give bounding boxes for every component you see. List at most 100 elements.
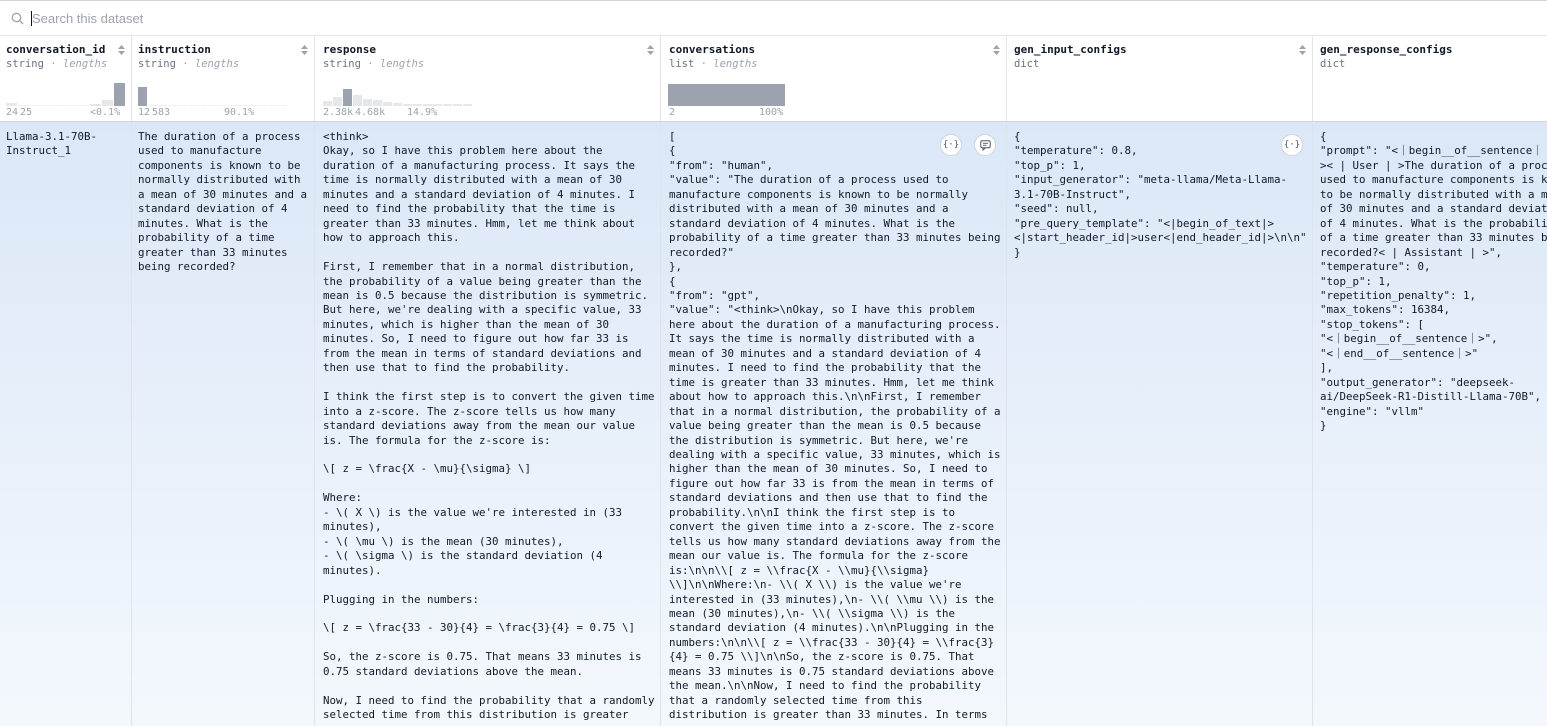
histogram-bar[interactable] [668,84,785,106]
histogram-bar[interactable] [268,105,277,106]
cell-instruction[interactable]: The duration of a process used to manufa… [132,122,315,726]
histogram-bar[interactable] [353,95,362,106]
histogram-bar[interactable] [218,105,227,106]
range-mid: 25 [20,107,33,118]
cell-gen-input-configs[interactable]: { "temperature": 0.8, "top_p": 1, "input… [1007,122,1313,726]
histogram-bar[interactable] [333,97,342,106]
histogram-bar[interactable] [188,105,197,106]
histogram-bar[interactable] [138,87,147,106]
histogram-bar[interactable] [433,104,442,106]
histogram-bar[interactable] [54,105,65,106]
column-name: gen_input_configs [1014,43,1127,56]
type-label: dict [1320,58,1346,70]
column-header-gen-response-configs[interactable]: gen_response_configs dict [1313,36,1547,122]
histogram-bar[interactable] [6,103,17,106]
cell-text: { "prompt": "<｜begin__of__sentence｜ >< |… [1320,130,1547,433]
column-type: dict [1320,58,1345,70]
column-header-instruction[interactable]: instruction string · lengths 12 583 90.1… [132,36,315,122]
sort-icon[interactable] [992,43,1001,57]
histogram-bar[interactable] [168,105,177,106]
histogram-bar[interactable] [102,100,113,106]
histogram-bar[interactable] [423,104,432,106]
histogram-instruction[interactable] [138,80,298,106]
histogram-bar[interactable] [228,105,237,106]
histogram-bar[interactable] [453,104,462,106]
histogram-bar[interactable] [238,105,247,106]
histogram-bar[interactable] [278,105,287,106]
range-mid: 583 [152,107,171,118]
column-header-conversation-id[interactable]: conversation_id string · lengths 24 25 <… [0,36,132,122]
histogram-bar[interactable] [208,105,217,106]
histogram-bar[interactable] [323,101,332,106]
cell-gen-response-configs[interactable]: { "prompt": "<｜begin__of__sentence｜ >< |… [1313,122,1547,726]
histogram-bar[interactable] [373,100,382,106]
histogram-conversation-id[interactable] [6,80,125,106]
search-input[interactable] [32,8,632,28]
json-view-button[interactable]: {·} [1281,134,1303,156]
column-header-gen-input-configs[interactable]: gen_input_configs dict [1007,36,1313,122]
histogram-bar[interactable] [42,105,53,106]
sort-icon[interactable] [646,43,655,57]
stat-label: lengths [713,58,758,70]
histogram-bar[interactable] [403,104,412,106]
histogram-bar[interactable] [114,83,125,106]
histogram-bar[interactable] [413,104,422,106]
stat-label: lengths [62,58,108,70]
histogram-response[interactable] [323,80,483,106]
cell-text: <think> Okay, so I have this problem her… [323,130,655,722]
cell-conversations[interactable]: [ { "from": "human", "value": "The durat… [661,122,1007,726]
cell-response[interactable]: <think> Okay, so I have this problem her… [315,122,661,726]
histogram-bar[interactable] [363,99,372,106]
histogram-bar[interactable] [198,105,207,106]
sort-icon[interactable] [117,43,126,57]
stat-label: lengths [379,58,425,70]
range-max: 14.9% [407,107,438,118]
column-name: conversation_id [6,43,106,56]
column-name: instruction [138,43,211,56]
braces-icon: {·} [942,140,960,150]
type-label: list [669,58,695,70]
top-divider [0,0,1547,1]
sort-icon[interactable] [1298,43,1307,57]
type-label: string [6,58,44,70]
column-name: gen_response_configs [1320,43,1453,56]
table-header: conversation_id string · lengths 24 25 <… [0,36,1547,122]
table-row[interactable]: Llama-3.1-70B- Instruct_1 The duration o… [0,122,1547,726]
histogram-bar[interactable] [393,103,402,106]
histogram-bar[interactable] [78,105,89,106]
text-cursor [31,11,32,26]
histogram-bar[interactable] [383,102,392,106]
histogram-bar[interactable] [90,104,101,106]
histogram-bar[interactable] [158,105,167,106]
sort-icon[interactable] [300,43,309,57]
cell-text: The duration of a process used to manufa… [138,130,308,274]
chat-icon [979,139,991,151]
histogram-conversations[interactable] [668,80,785,106]
range-max: <0.1% [90,107,121,118]
histogram-bar[interactable] [178,105,187,106]
column-name: response [323,43,376,56]
histogram-bar[interactable] [148,105,157,106]
range-max: 90.1% [224,107,255,118]
search-icon [11,12,24,25]
histogram-bar[interactable] [18,105,29,106]
histogram-bar[interactable] [463,104,472,106]
stat-label: lengths [194,58,240,70]
histogram-bar[interactable] [248,105,257,106]
histogram-bar[interactable] [443,104,452,106]
cell-conversation-id[interactable]: Llama-3.1-70B- Instruct_1 [0,122,132,726]
cell-text: { "temperature": 0.8, "top_p": 1, "input… [1014,130,1307,259]
histogram-bar[interactable] [30,105,41,106]
column-header-response[interactable]: response string · lengths 2.38k 4.68k 14… [315,36,661,122]
histogram-bar[interactable] [66,105,77,106]
chat-view-button[interactable] [974,134,996,156]
range-min: 12 [138,107,151,118]
column-type: string · lengths [138,58,239,70]
cell-text: Llama-3.1-70B- Instruct_1 [6,130,98,158]
histogram-bar[interactable] [343,89,352,106]
type-separator: · [360,58,380,70]
json-view-button[interactable]: {·} [940,134,962,156]
column-header-conversations[interactable]: conversations list · lengths 2 100% [661,36,1007,122]
column-type: string · lengths [6,58,107,70]
histogram-bar[interactable] [258,105,267,106]
